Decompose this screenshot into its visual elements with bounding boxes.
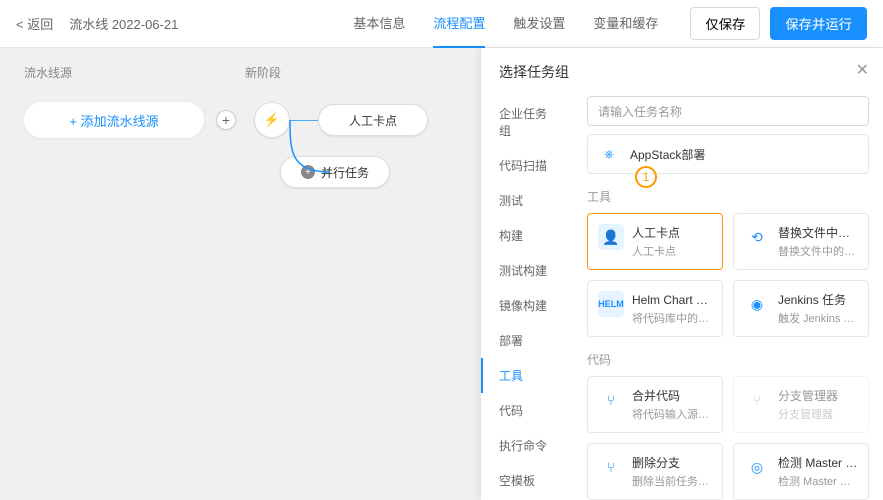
- card-replace[interactable]: ⟲ 替换文件中的环...替换文件中的环境...: [733, 213, 869, 270]
- search-input[interactable]: 请输入任务名称: [587, 96, 869, 126]
- card-delete[interactable]: ⑂ 删除分支删除当前任务执行...: [587, 443, 723, 500]
- tab-process[interactable]: 流程配置: [433, 0, 485, 48]
- col-source: 流水线源: [24, 64, 72, 81]
- person-icon: 👤: [598, 224, 624, 250]
- sidebar-item-image[interactable]: 镜像构建: [481, 288, 573, 323]
- sidebar-item-scan[interactable]: 代码扫描: [481, 148, 573, 183]
- branch-icon: ⑂: [744, 387, 770, 413]
- card-merge[interactable]: ⑂ 合并代码将代码输入源中指...: [587, 376, 723, 433]
- page-title: 流水线 2022-06-21: [69, 14, 178, 33]
- save-only-button[interactable]: 仅保存: [690, 7, 760, 40]
- node-parallel[interactable]: + 并行任务: [280, 156, 390, 188]
- tab-trigger[interactable]: 触发设置: [513, 0, 565, 48]
- back-button[interactable]: < 返回: [16, 14, 53, 33]
- detect-icon: ◎: [744, 454, 770, 480]
- col-stage: 新阶段: [245, 64, 281, 81]
- merge-icon: ⑂: [598, 387, 624, 413]
- tab-vars[interactable]: 变量和缓存: [593, 0, 658, 48]
- panel-title: 选择任务组: [499, 62, 569, 82]
- sidebar-item-enterprise[interactable]: 企业任务组: [481, 96, 573, 148]
- task-panel: 选择任务组 ✕ 企业任务组 代码扫描 测试 构建 测试构建 镜像构建 部署 工具…: [481, 48, 883, 500]
- card-jenkins[interactable]: ◉ Jenkins 任务触发 Jenkins 任务: [733, 280, 869, 337]
- close-icon[interactable]: ✕: [856, 60, 869, 80]
- sidebar-item-code[interactable]: 代码: [481, 393, 573, 428]
- card-manual[interactable]: 👤 人工卡点人工卡点: [587, 213, 723, 270]
- replace-icon: ⟲: [744, 224, 770, 250]
- sidebar-item-deploy[interactable]: 部署: [481, 323, 573, 358]
- tab-basic[interactable]: 基本信息: [353, 0, 405, 48]
- node-manual[interactable]: 人工卡点: [318, 104, 428, 136]
- card-branch: ⑂ 分支管理器分支管理器: [733, 376, 869, 433]
- add-source-button[interactable]: + 添加流水线源: [24, 102, 204, 138]
- step-badge-1: 1: [635, 166, 657, 188]
- node-parallel-label: 并行任务: [321, 164, 369, 181]
- appstack-label: AppStack部署: [630, 146, 705, 163]
- section-code: 代码: [587, 351, 869, 368]
- sidebar-item-empty[interactable]: 空模板: [481, 463, 573, 498]
- sidebar-item-tools[interactable]: 工具: [481, 358, 573, 393]
- tabs: 基本信息 流程配置 触发设置 变量和缓存: [353, 0, 658, 48]
- card-appstack[interactable]: ⎈ AppStack部署: [587, 134, 869, 174]
- jenkins-icon: ◉: [744, 291, 770, 317]
- sidebar-item-testbuild[interactable]: 测试构建: [481, 253, 573, 288]
- appstack-icon: ⎈: [598, 143, 620, 165]
- card-detect[interactable]: ◎ 检测 Master 分...检测 Master 分支...: [733, 443, 869, 500]
- plus-icon: +: [301, 165, 315, 179]
- helm-icon: HELM: [598, 291, 624, 317]
- panel-sidebar: 企业任务组 代码扫描 测试 构建 测试构建 镜像构建 部署 工具 代码 执行命令…: [481, 48, 573, 500]
- delete-branch-icon: ⑂: [598, 454, 624, 480]
- sidebar-item-build[interactable]: 构建: [481, 218, 573, 253]
- save-run-button[interactable]: 保存并运行: [770, 7, 867, 40]
- canvas: 流水线源 新阶段 + 添加流水线源 + ⚡ 人工卡点 + 并行任务 选择任务组 …: [0, 48, 883, 500]
- trigger-icon[interactable]: ⚡: [254, 102, 290, 138]
- sidebar-item-exec[interactable]: 执行命令: [481, 428, 573, 463]
- section-tools: 工具: [587, 188, 869, 205]
- sidebar-item-test[interactable]: 测试: [481, 183, 573, 218]
- add-stage-button[interactable]: +: [216, 110, 236, 130]
- card-helm[interactable]: HELM Helm Chart 上...将代码库中的 Hel...: [587, 280, 723, 337]
